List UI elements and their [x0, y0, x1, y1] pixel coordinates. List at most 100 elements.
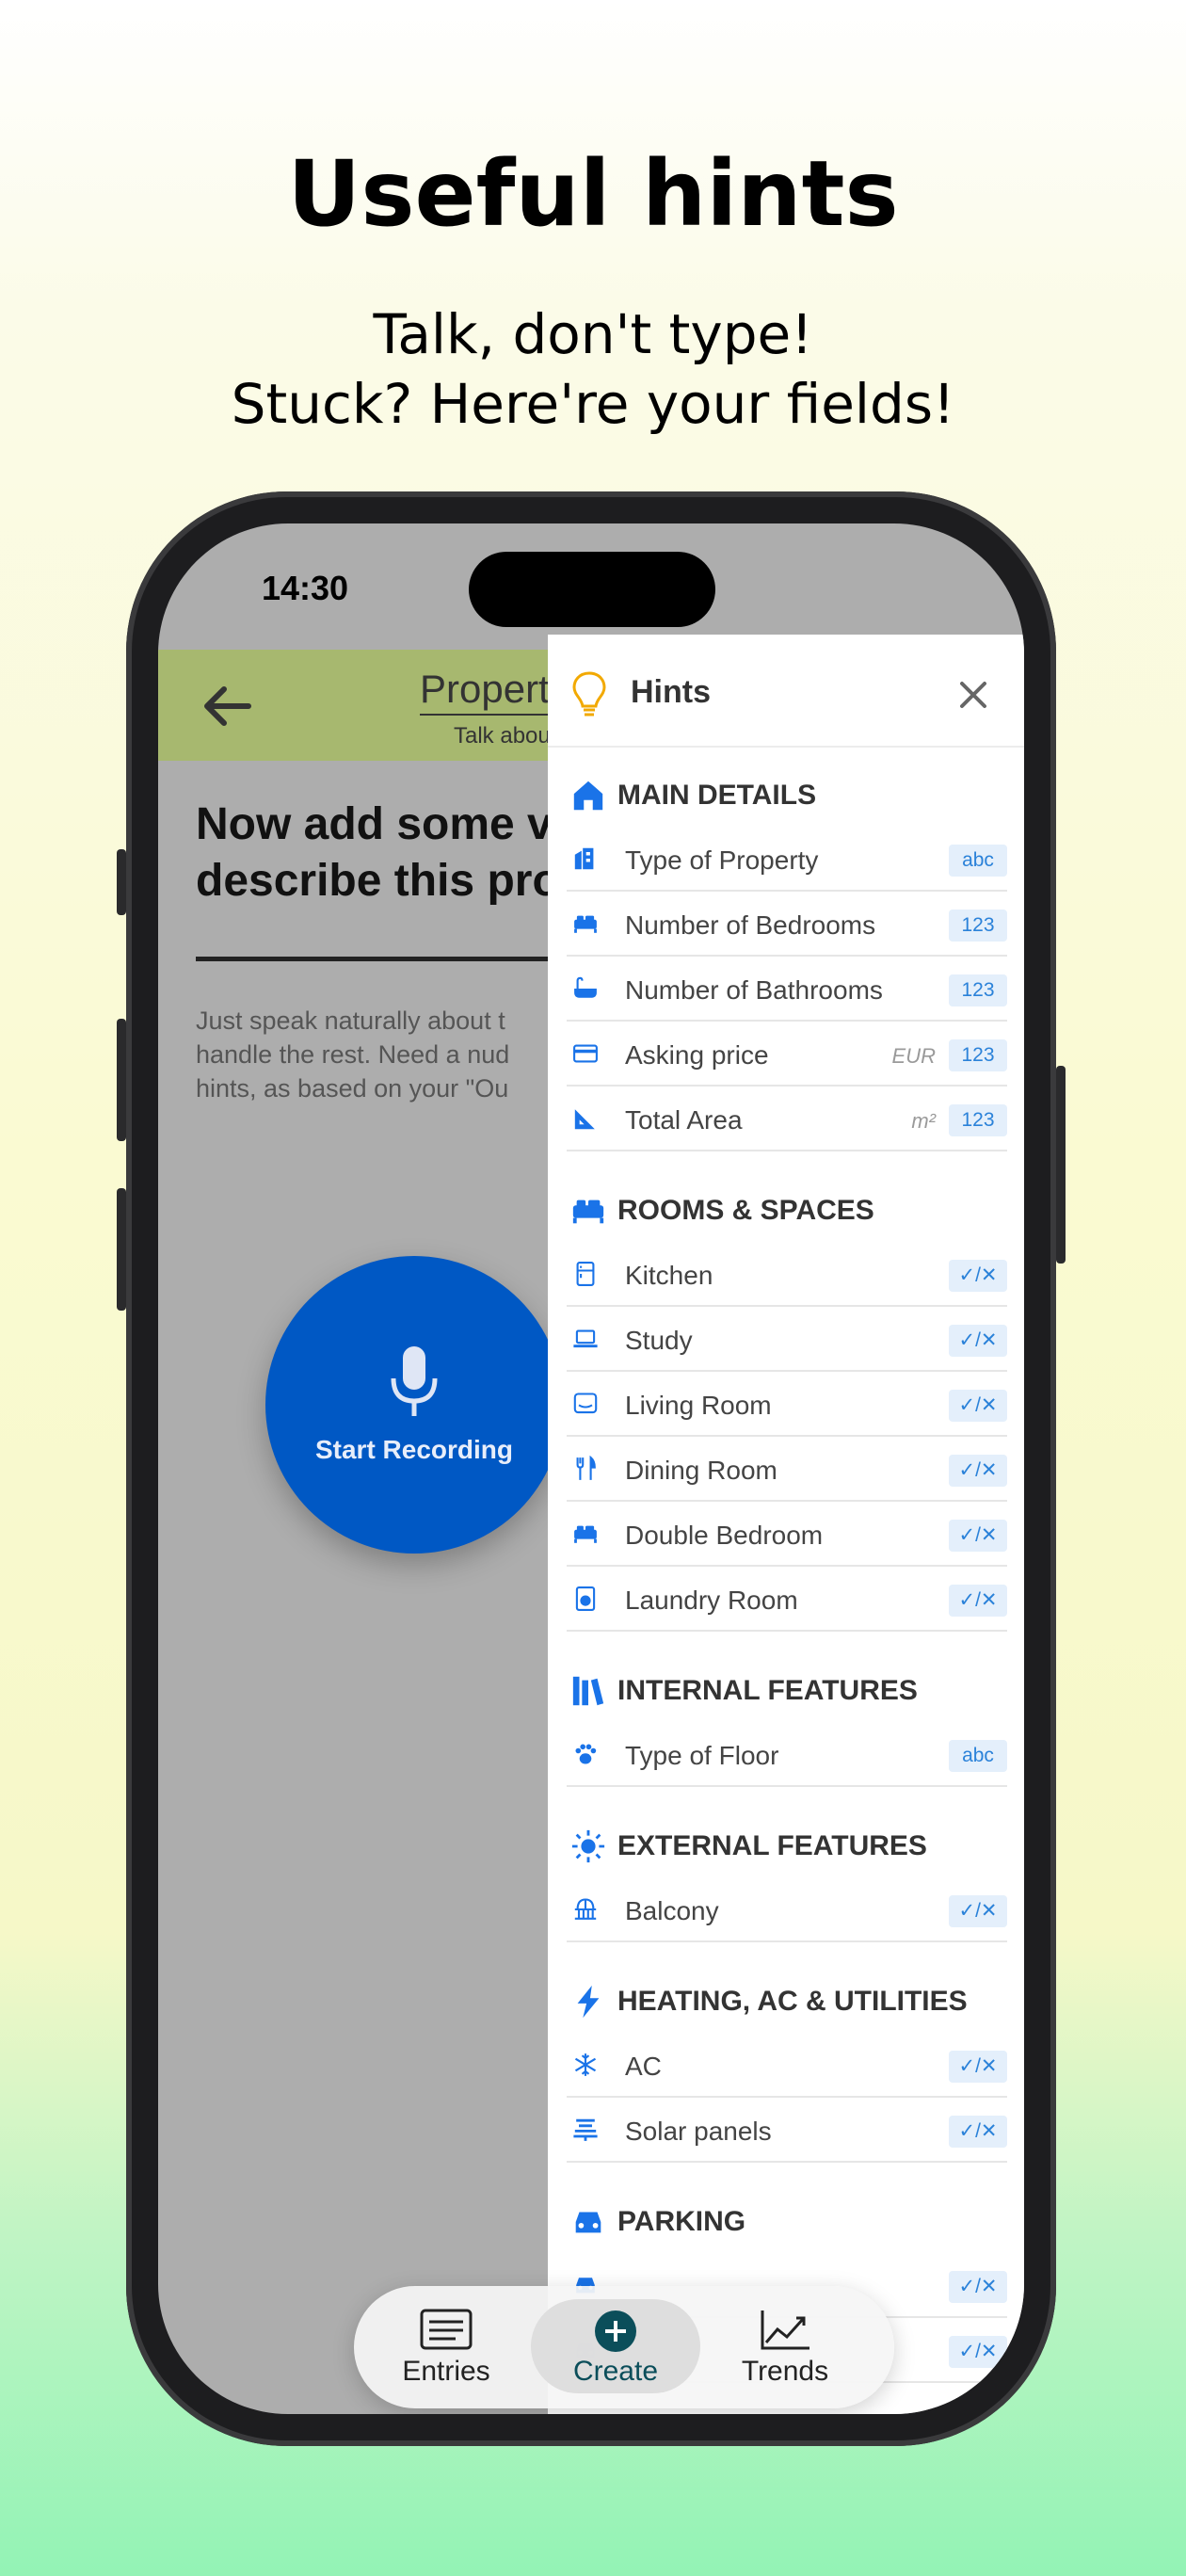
hint-type-badge: ✓/✕ [949, 2336, 1007, 2368]
card-icon [573, 1044, 598, 1063]
hint-type-badge: ✓/✕ [949, 1455, 1007, 1487]
close-icon[interactable] [954, 676, 992, 714]
hint-row[interactable]: Number of Bedrooms 123 [567, 892, 1007, 957]
brand-subtitle: Talk about [454, 723, 557, 749]
hint-row[interactable]: Dining Room ✓/✕ [567, 1437, 1007, 1502]
hint-row-label: Solar panels [625, 2117, 772, 2146]
utensils-icon [576, 1456, 596, 1480]
hints-panel: Hints MAIN DETAILS Type of Property abc Num… [548, 635, 1024, 2414]
hint-row-unit: m² [911, 1109, 936, 1133]
hint-type-badge: ✓/✕ [949, 2051, 1007, 2083]
hint-row[interactable]: Study ✓/✕ [567, 1307, 1007, 1372]
hint-section-title: PARKING [617, 2206, 746, 2237]
tab-create-label: Create [572, 2356, 659, 2387]
hint-row[interactable]: Kitchen ✓/✕ [567, 1242, 1007, 1307]
hint-row-label: Total Area [625, 1105, 743, 1135]
hint-row-label: Laundry Room [625, 1586, 798, 1615]
volume-down-button [117, 1188, 126, 1311]
home-icon [573, 781, 603, 811]
hint-row[interactable]: Double Bedroom ✓/✕ [567, 1502, 1007, 1567]
hint-row[interactable]: Balcony ✓/✕ [567, 1877, 1007, 1942]
hint-type-badge: abc [949, 845, 1007, 877]
power-button [1056, 1066, 1066, 1264]
chart-icon [761, 2310, 809, 2350]
phone-frame: 14:30 Property Talk about Now add some v… [117, 491, 1066, 2446]
back-arrow-icon[interactable] [198, 676, 258, 736]
hint-section-header: ROOMS & SPACES [548, 1178, 1024, 1242]
lightbulb-icon [572, 671, 606, 716]
tv-icon [573, 1393, 598, 1414]
building-icon [574, 847, 594, 870]
snowflake-icon [574, 2053, 597, 2076]
paw-icon [575, 1744, 597, 1764]
page-description: Just speak naturally about t handle the … [196, 1006, 510, 1103]
hint-row[interactable]: Living Room ✓/✕ [567, 1372, 1007, 1437]
hint-section-title: HEATING, AC & UTILITIES [617, 1986, 968, 2017]
dynamic-island [469, 552, 715, 627]
phone-screen: 14:30 Property Talk about Now add some v… [158, 523, 1024, 2414]
tab-create[interactable]: Create [531, 2299, 700, 2393]
hint-row-label: Number of Bedrooms [625, 910, 876, 940]
hint-row[interactable]: AC ✓/✕ [567, 2033, 1007, 2098]
hint-type-badge: ✓/✕ [949, 1895, 1007, 1927]
tab-trends-label: Trends [741, 2356, 829, 2387]
hint-type-badge: ✓/✕ [949, 1585, 1007, 1617]
hint-row[interactable]: Asking price EUR 123 [567, 1022, 1007, 1087]
tab-trends[interactable]: Trends [700, 2299, 870, 2393]
microphone-icon [391, 1346, 438, 1416]
hint-section-title: ROOMS & SPACES [617, 1195, 874, 1226]
bed-icon [574, 915, 597, 933]
hint-type-badge: 123 [949, 910, 1007, 942]
list-icon [420, 2309, 473, 2350]
hint-row[interactable]: Type of Property abc [567, 827, 1007, 892]
hint-type-badge: 123 [949, 1104, 1007, 1136]
hint-row[interactable]: Total Area m² 123 [567, 1087, 1007, 1151]
hint-section-title: EXTERNAL FEATURES [617, 1830, 927, 1861]
tab-bar: Entries Create Trends [354, 2286, 894, 2408]
hints-header: Hints [548, 635, 1024, 748]
hint-type-badge: ✓/✕ [949, 1390, 1007, 1422]
tab-entries[interactable]: Entries [361, 2299, 531, 2393]
hint-row[interactable]: Laundry Room ✓/✕ [567, 1567, 1007, 1632]
hint-section-header: INTERNAL FEATURES [548, 1658, 1024, 1722]
hint-row-label: Living Room [625, 1391, 772, 1420]
status-time: 14:30 [262, 569, 349, 607]
hint-section-header: EXTERNAL FEATURES [548, 1813, 1024, 1877]
hint-row-unit: EUR [891, 1044, 936, 1068]
hint-type-badge: ✓/✕ [949, 2116, 1007, 2148]
books-icon [572, 1676, 604, 1706]
sun-icon [571, 1829, 605, 1863]
washer-icon [575, 1586, 596, 1611]
hint-row-label: Double Bedroom [625, 1521, 824, 1550]
start-recording-button[interactable]: Start Recording [265, 1256, 563, 1554]
bolt-icon [577, 1985, 600, 2019]
hint-type-badge: ✓/✕ [949, 1260, 1007, 1292]
bed-icon [572, 1199, 604, 1224]
plus-circle-icon [595, 2310, 636, 2352]
hint-row-label: Balcony [625, 1896, 719, 1925]
hint-row-label: Asking price [625, 1040, 769, 1070]
hint-type-badge: 123 [949, 974, 1007, 1006]
hint-section-header: MAIN DETAILS [548, 763, 1024, 827]
hint-row[interactable]: Type of Floor abc [567, 1722, 1007, 1787]
hint-row[interactable]: Solar panels ✓/✕ [567, 2098, 1007, 2163]
promo-subline: Talk, don't type! Stuck? Here're your fi… [231, 302, 955, 436]
balcony-icon [574, 1898, 597, 1920]
hint-row-label: Number of Bathrooms [625, 975, 883, 1005]
start-recording-label: Start Recording [314, 1435, 514, 1464]
hint-type-badge: abc [949, 1740, 1007, 1772]
hint-type-badge: ✓/✕ [949, 1520, 1007, 1552]
hint-row-label: Dining Room [625, 1456, 777, 1485]
hint-row-label: Type of Floor [625, 1741, 779, 1770]
brand-title: Property [420, 667, 569, 716]
hint-row[interactable]: Number of Bathrooms 123 [567, 957, 1007, 1022]
hint-section-header: HEATING, AC & UTILITIES [548, 1969, 1024, 2033]
fridge-icon [576, 1262, 595, 1286]
ruler-icon [574, 1109, 595, 1130]
hint-type-badge: 123 [949, 1039, 1007, 1071]
hint-row-label: Kitchen [625, 1261, 713, 1290]
action-button [117, 849, 126, 915]
volume-up-button [117, 1019, 126, 1141]
hint-section-title: INTERNAL FEATURES [617, 1675, 918, 1706]
hint-row-label: Type of Property [625, 845, 819, 875]
